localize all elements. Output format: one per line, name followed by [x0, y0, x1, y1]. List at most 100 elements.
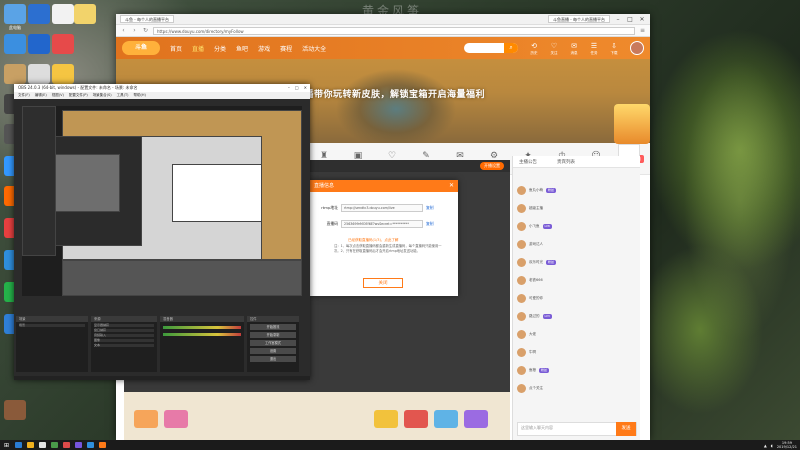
- chat-message[interactable]: 点个关注: [517, 384, 543, 393]
- avatar[interactable]: [630, 41, 644, 55]
- send-button[interactable]: 发送: [616, 422, 636, 436]
- taskbar-app-icon[interactable]: [87, 442, 94, 448]
- taskbar-app-icon[interactable]: [99, 442, 106, 448]
- close-icon[interactable]: ✕: [449, 180, 454, 192]
- dock-item[interactable]: 窗口捕获: [94, 329, 154, 332]
- chat-username[interactable]: 可爱的你: [529, 296, 543, 301]
- chat-message[interactable]: 超级主播: [517, 204, 543, 213]
- chat-username[interactable]: 鱼粮: [529, 368, 536, 373]
- desktop-app-icon[interactable]: [4, 64, 26, 84]
- site-nav-item[interactable]: 首页: [170, 44, 182, 53]
- obs-menu-item[interactable]: 场景集合(S): [93, 92, 112, 99]
- tab-announcement[interactable]: 主播公告: [519, 159, 537, 165]
- obs-preview[interactable]: [22, 106, 302, 296]
- stream-key-field[interactable]: 2563699rMOEf6E?wsSecret=**********: [341, 220, 423, 228]
- back-icon[interactable]: ‹: [120, 27, 127, 34]
- taskbar-app-icon[interactable]: [27, 442, 34, 448]
- desktop-app-icon[interactable]: [52, 34, 74, 54]
- chat-message[interactable]: 游戏达人: [517, 240, 543, 249]
- close-icon[interactable]: ✕: [304, 84, 307, 92]
- url-input[interactable]: https://www.douyu.com/directory/myFollow: [153, 26, 635, 35]
- network-icon[interactable]: ▲: [764, 443, 767, 448]
- message-icon[interactable]: ✉ 消息: [568, 41, 580, 55]
- obs-menu-item[interactable]: 帮助(H): [134, 92, 146, 99]
- chat-username[interactable]: 老铁666: [529, 278, 543, 283]
- desktop-app-icon[interactable]: 此电脑: [4, 4, 26, 30]
- obs-menu-item[interactable]: 工具(T): [117, 92, 129, 99]
- chat-username[interactable]: 欢乐时光: [529, 260, 543, 265]
- site-logo[interactable]: 斗鱼: [122, 41, 160, 55]
- taskbar-app-icon[interactable]: [51, 442, 58, 448]
- chat-message[interactable]: 路过的 LV3: [517, 312, 552, 321]
- obs-menu-item[interactable]: 编辑(E): [35, 92, 47, 99]
- desktop-app-icon[interactable]: [4, 34, 26, 54]
- maximize-icon[interactable]: □: [626, 16, 634, 23]
- key-warning[interactable]: 已经获取直播码(1/3)，点此了解: [348, 238, 398, 243]
- chat-username[interactable]: 鱼丸小萌: [529, 188, 543, 193]
- chat-message[interactable]: 鱼丸小萌 粉丝: [517, 186, 557, 195]
- chat-message[interactable]: 大佬: [517, 330, 536, 339]
- clock[interactable]: 19:59 2019/12/21: [777, 441, 797, 449]
- control-button[interactable]: 退出: [250, 356, 296, 362]
- side-ad[interactable]: [614, 104, 650, 144]
- desktop-app-icon[interactable]: [28, 64, 50, 84]
- volume-icon[interactable]: ◖: [771, 443, 773, 448]
- chat-username[interactable]: 超级主播: [529, 206, 543, 211]
- dock-item[interactable]: 场景: [19, 324, 85, 327]
- search-icon[interactable]: ⌕: [504, 43, 518, 53]
- obs-menu-item[interactable]: 视图(V): [52, 92, 64, 99]
- chat-username[interactable]: 路过的: [529, 314, 540, 319]
- gift-item[interactable]: [404, 410, 428, 428]
- follow-icon[interactable]: ♡ 关注: [548, 41, 560, 55]
- chat-message[interactable]: 老铁666: [517, 276, 543, 285]
- task-icon[interactable]: ☰ 任务: [588, 41, 600, 55]
- chat-username[interactable]: 点个关注: [529, 386, 543, 391]
- forward-icon[interactable]: ›: [131, 27, 138, 34]
- dock-item[interactable]: 显示器捕获: [94, 324, 154, 327]
- minimize-icon[interactable]: –: [614, 16, 622, 23]
- chat-message[interactable]: 欢乐时光 粉丝: [517, 258, 557, 267]
- windows-start-icon[interactable]: ⊞: [3, 442, 10, 449]
- copy-key-button[interactable]: 复制: [426, 221, 434, 227]
- refresh-icon[interactable]: ↻: [142, 27, 149, 34]
- gift-item[interactable]: [134, 410, 158, 428]
- maximize-icon[interactable]: □: [295, 84, 299, 92]
- menu-icon[interactable]: ≡: [639, 27, 646, 34]
- gift-item[interactable]: [164, 410, 188, 428]
- audio-meter[interactable]: [163, 333, 241, 336]
- desktop-app-icon[interactable]: [4, 400, 26, 420]
- desktop-app-icon[interactable]: [52, 64, 74, 84]
- dock-item[interactable]: 图像: [94, 339, 154, 342]
- site-nav-item[interactable]: 活动大全: [302, 44, 326, 53]
- site-nav-item[interactable]: 游戏: [258, 44, 270, 53]
- dock-item[interactable]: 音频输入: [94, 334, 154, 337]
- chat-username[interactable]: 小飞鱼: [529, 224, 540, 229]
- gift-item[interactable]: [434, 410, 458, 428]
- close-icon[interactable]: ✕: [638, 16, 646, 23]
- chat-username[interactable]: 游戏达人: [529, 242, 543, 247]
- control-button[interactable]: 开始推流: [250, 324, 296, 330]
- chat-message[interactable]: 小飞鱼 LV8: [517, 222, 552, 231]
- browser-tab[interactable]: 斗鱼直播 - 每个人的直播平台: [548, 15, 610, 23]
- history-icon[interactable]: ⟲ 历史: [528, 41, 540, 55]
- taskbar-app-icon[interactable]: [75, 442, 82, 448]
- chat-username[interactable]: 牛啊: [529, 350, 536, 355]
- audio-meter[interactable]: [163, 326, 241, 329]
- site-nav-item[interactable]: 分类: [214, 44, 226, 53]
- search-input[interactable]: ⌕: [464, 43, 518, 53]
- control-button[interactable]: 设置: [250, 348, 296, 354]
- copy-rtmp-button[interactable]: 复制: [426, 205, 434, 211]
- site-nav-item[interactable]: 直播: [192, 44, 204, 53]
- obs-menu-item[interactable]: 文件(F): [18, 92, 30, 99]
- chat-message[interactable]: 可爱的你: [517, 294, 543, 303]
- desktop-app-icon[interactable]: [52, 4, 74, 24]
- taskbar-app-icon[interactable]: [63, 442, 70, 448]
- desktop-app-icon[interactable]: [28, 34, 50, 54]
- chat-username[interactable]: 大佬: [529, 332, 536, 337]
- stream-settings-button[interactable]: 开播设置: [480, 162, 504, 170]
- download-icon[interactable]: ⇩ 下载: [608, 41, 620, 55]
- browser-tab[interactable]: 斗鱼 - 每个人的直播平台: [120, 15, 174, 23]
- control-button[interactable]: 开始录制: [250, 332, 296, 338]
- taskbar-app-icon[interactable]: [15, 442, 22, 448]
- tab-vip[interactable]: 贵宾列表: [557, 159, 575, 165]
